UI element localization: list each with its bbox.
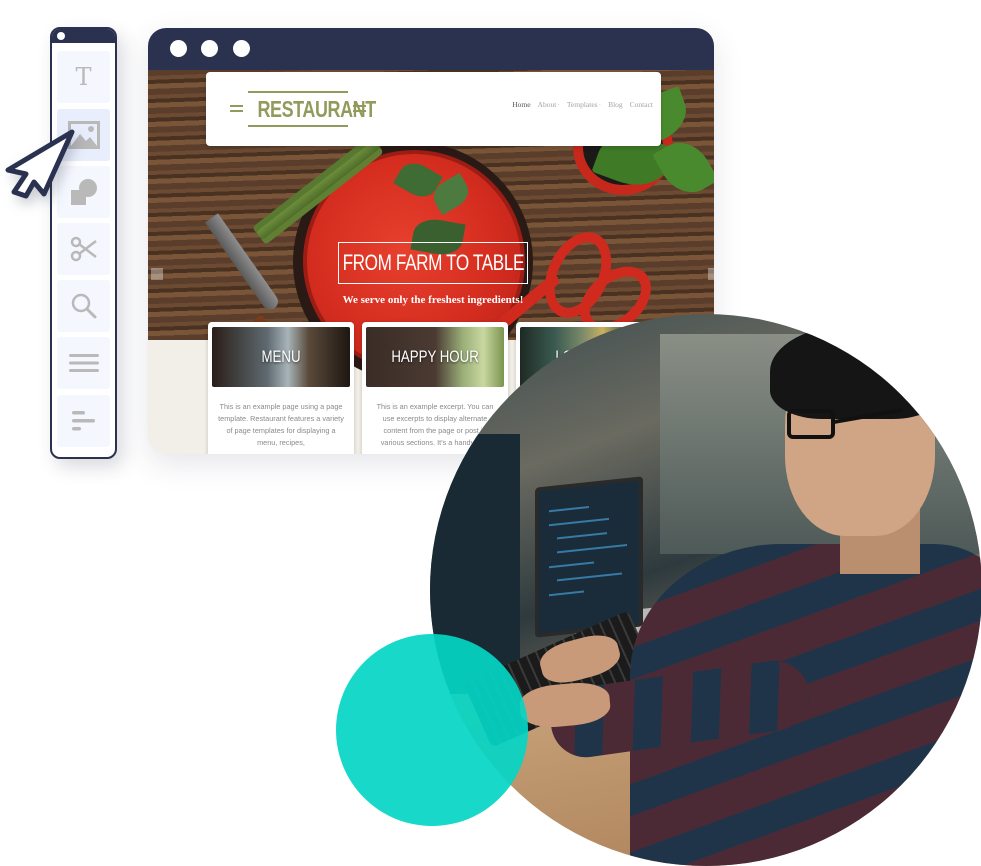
tool-search-button[interactable] — [57, 280, 110, 332]
hero-title-box: FROM FARM TO TABLE — [338, 242, 528, 284]
nav-about[interactable]: About· — [538, 100, 560, 109]
cursor-pointer-icon — [5, 129, 75, 199]
code-line — [557, 572, 622, 582]
card-menu-text: This is an example page using a page tem… — [218, 402, 344, 447]
developer-photo — [430, 314, 981, 866]
card-menu[interactable]: MENU This is an example page using a pag… — [208, 322, 354, 454]
site-logo[interactable]: RESTAURANT — [228, 91, 376, 127]
photo-glasses — [787, 409, 835, 439]
code-line — [549, 561, 594, 569]
window-dot-1[interactable] — [170, 40, 187, 57]
tool-text-button[interactable]: T — [57, 51, 110, 103]
nav-templates-label: Templates — [566, 100, 598, 109]
logo-text: RESTAURANT — [257, 96, 376, 122]
card-menu-image: MENU — [212, 327, 350, 387]
text-icon: T — [75, 63, 92, 91]
scissors-icon — [70, 236, 97, 262]
browser-title-bar — [148, 28, 714, 70]
card-happy-hour-image: HAPPY HOUR — [366, 327, 504, 387]
search-icon — [71, 293, 96, 319]
photo-person-hair — [770, 324, 945, 419]
nav-templates[interactable]: Templates· — [567, 100, 601, 109]
slider-prev-button[interactable] — [151, 268, 163, 280]
site-header: RESTAURANT Home About· Templates· Blog C… — [206, 72, 661, 146]
card-happy-hour-title: HAPPY HOUR — [391, 347, 479, 366]
code-line — [557, 532, 607, 540]
nav-blog[interactable]: Blog — [608, 100, 623, 109]
toolbar-header — [52, 29, 115, 43]
align-left-icon — [71, 411, 95, 431]
nav-contact[interactable]: Contact — [630, 100, 653, 109]
card-menu-title: MENU — [261, 347, 301, 366]
logo-dash — [230, 105, 243, 107]
slider-next-button[interactable] — [708, 268, 714, 280]
menu-icon — [68, 354, 99, 372]
teal-accent-circle — [336, 634, 528, 826]
logo-rule — [248, 91, 348, 93]
code-line — [549, 590, 584, 597]
toolbar-dot — [57, 32, 65, 40]
tool-menu-button[interactable] — [57, 337, 110, 389]
code-line — [549, 506, 589, 513]
tool-align-button[interactable] — [57, 395, 110, 447]
editor-toolbar: T — [50, 27, 117, 459]
logo-rule — [248, 125, 348, 127]
nav-about-label: About — [537, 100, 557, 109]
tool-cut-button[interactable] — [57, 223, 110, 275]
nav-home[interactable]: Home — [512, 100, 530, 109]
logo-dash — [230, 110, 243, 112]
site-nav: Home About· Templates· Blog Contact — [512, 100, 653, 109]
hero-subtitle: We serve only the freshest ingredients! — [342, 294, 524, 306]
window-dot-3[interactable] — [233, 40, 250, 57]
hero-title: FROM FARM TO TABLE — [342, 250, 524, 275]
chevron-down-icon: · — [598, 100, 602, 109]
window-dot-2[interactable] — [201, 40, 218, 57]
chevron-down-icon: · — [557, 100, 560, 109]
code-line — [549, 517, 609, 527]
code-line — [557, 544, 627, 554]
